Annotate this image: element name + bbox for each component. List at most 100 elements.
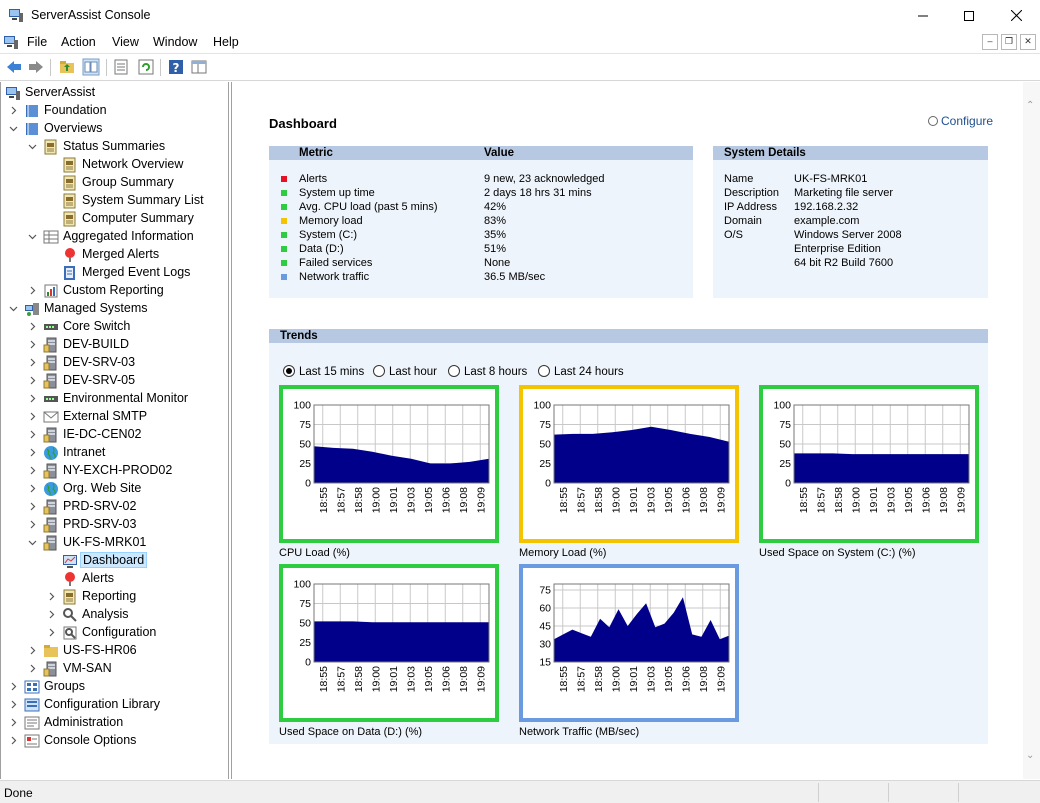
chevron-right-icon[interactable] bbox=[9, 718, 18, 727]
chevron-right-icon[interactable] bbox=[28, 646, 37, 655]
chevron-right-icon[interactable] bbox=[28, 322, 37, 331]
tree-node-environmental-monitor[interactable]: Environmental Monitor bbox=[1, 390, 228, 408]
vertical-scrollbar[interactable]: ⌃ ⌄ bbox=[1023, 82, 1040, 779]
configure-link[interactable]: Configure bbox=[928, 114, 993, 128]
trend-chart[interactable]: 15 30 45 60 75 18:55 18:57 18:58 19:00 19:01 19:03… bbox=[519, 564, 739, 722]
chevron-down-icon[interactable] bbox=[9, 124, 18, 133]
show-tree-icon[interactable] bbox=[82, 58, 100, 76]
minimize-button[interactable] bbox=[900, 0, 946, 31]
chevron-right-icon[interactable] bbox=[28, 520, 37, 529]
chevron-right-icon[interactable] bbox=[28, 484, 37, 493]
menu-file[interactable]: File bbox=[27, 35, 47, 49]
tree-node-reporting[interactable]: Reporting bbox=[1, 588, 228, 606]
menu-view[interactable]: View bbox=[112, 35, 139, 49]
tree-node-foundation[interactable]: Foundation bbox=[1, 102, 228, 120]
tree-node-configuration-library[interactable]: Configuration Library bbox=[1, 696, 228, 714]
mdi-close-icon[interactable]: ✕ bbox=[1020, 34, 1036, 50]
trend-chart[interactable]: 0 25 50 75 100 18:55 18:57 18:58 19:00 19:01 19:03… bbox=[279, 564, 499, 722]
scroll-up-icon[interactable]: ⌃ bbox=[1026, 100, 1034, 111]
tree-node-merged-alerts[interactable]: Merged Alerts bbox=[1, 246, 228, 264]
tree-node-network-overview[interactable]: Network Overview bbox=[1, 156, 228, 174]
tree-node-merged-event-logs[interactable]: Merged Event Logs bbox=[1, 264, 228, 282]
chevron-right-icon[interactable] bbox=[28, 394, 37, 403]
menu-window[interactable]: Window bbox=[153, 35, 197, 49]
tree-node-serverassist[interactable]: ServerAssist bbox=[1, 84, 228, 102]
chevron-down-icon[interactable] bbox=[28, 538, 37, 547]
forward-arrow-icon[interactable] bbox=[27, 58, 45, 76]
tree-node-uk-fs-mrk01[interactable]: UK-FS-MRK01 bbox=[1, 534, 228, 552]
range-last-8-hours[interactable]: Last 8 hours bbox=[448, 365, 527, 378]
chevron-right-icon[interactable] bbox=[28, 376, 37, 385]
properties-icon[interactable] bbox=[112, 58, 130, 76]
chevron-right-icon[interactable] bbox=[28, 358, 37, 367]
chevron-right-icon[interactable] bbox=[28, 340, 37, 349]
mdi-restore-icon[interactable]: ❐ bbox=[1001, 34, 1017, 50]
menu-action[interactable]: Action bbox=[61, 35, 96, 49]
tree-node-intranet[interactable]: Intranet bbox=[1, 444, 228, 462]
tree-node-status-summaries[interactable]: Status Summaries bbox=[1, 138, 228, 156]
chevron-down-icon[interactable] bbox=[9, 304, 18, 313]
panel-icon[interactable] bbox=[190, 58, 208, 76]
tree-node-core-switch[interactable]: Core Switch bbox=[1, 318, 228, 336]
mdi-minimize-icon[interactable]: – bbox=[982, 34, 998, 50]
chevron-right-icon[interactable] bbox=[9, 682, 18, 691]
tree-node-alerts[interactable]: Alerts bbox=[1, 570, 228, 588]
tree-node-aggregated-information[interactable]: Aggregated Information bbox=[1, 228, 228, 246]
tree-node-dashboard[interactable]: Dashboard bbox=[1, 552, 228, 570]
tree-node-computer-summary[interactable]: Computer Summary bbox=[1, 210, 228, 228]
chevron-right-icon[interactable] bbox=[28, 448, 37, 457]
chevron-right-icon[interactable] bbox=[28, 502, 37, 511]
tree-node-external-smtp[interactable]: External SMTP bbox=[1, 408, 228, 426]
refresh-icon[interactable] bbox=[137, 58, 155, 76]
help-icon[interactable]: ? bbox=[167, 58, 185, 76]
tree-node-console-options[interactable]: Console Options bbox=[1, 732, 228, 750]
chevron-down-icon[interactable] bbox=[28, 142, 37, 151]
tree-node-managed-systems[interactable]: Managed Systems bbox=[1, 300, 228, 318]
menu-help[interactable]: Help bbox=[213, 35, 239, 49]
chevron-right-icon[interactable] bbox=[28, 664, 37, 673]
tree-node-us-fs-hr06[interactable]: US-FS-HR06 bbox=[1, 642, 228, 660]
tree-node-ie-dc-cen02[interactable]: IE-DC-CEN02 bbox=[1, 426, 228, 444]
chevron-right-icon[interactable] bbox=[9, 106, 18, 115]
trend-chart[interactable]: 0 25 50 75 100 18:55 18:57 18:58 19:00 19:01 19:03… bbox=[759, 385, 979, 543]
tree-node-custom-reporting[interactable]: Custom Reporting bbox=[1, 282, 228, 300]
chevron-right-icon[interactable] bbox=[28, 430, 37, 439]
up-folder-icon[interactable] bbox=[58, 58, 76, 76]
back-arrow-icon[interactable] bbox=[5, 58, 23, 76]
chevron-down-icon[interactable] bbox=[28, 232, 37, 241]
tree-node-label: Aggregated Information bbox=[63, 229, 194, 243]
tree-node-administration[interactable]: Administration bbox=[1, 714, 228, 732]
x-tick-label: 19:05 bbox=[663, 666, 675, 692]
scroll-down-icon[interactable]: ⌄ bbox=[1026, 750, 1034, 761]
trend-chart[interactable]: 0 25 50 75 100 18:55 18:57 18:58 19:00 19:01 19:03… bbox=[519, 385, 739, 543]
tree-node-prd-srv-03[interactable]: PRD-SRV-03 bbox=[1, 516, 228, 534]
tree-node-org-web-site[interactable]: Org. Web Site bbox=[1, 480, 228, 498]
chevron-right-icon[interactable] bbox=[28, 466, 37, 475]
chevron-right-icon[interactable] bbox=[47, 592, 56, 601]
chevron-right-icon[interactable] bbox=[28, 412, 37, 421]
tree-node-overviews[interactable]: Overviews bbox=[1, 120, 228, 138]
tree-node-vm-san[interactable]: VM-SAN bbox=[1, 660, 228, 678]
close-button[interactable] bbox=[993, 0, 1039, 31]
maximize-button[interactable] bbox=[946, 0, 992, 31]
tree-node-configuration[interactable]: Configuration bbox=[1, 624, 228, 642]
range-last-24-hours[interactable]: Last 24 hours bbox=[538, 365, 624, 378]
tree-node-ny-exch-prod02[interactable]: NY-EXCH-PROD02 bbox=[1, 462, 228, 480]
tree-node-dev-build[interactable]: DEV-BUILD bbox=[1, 336, 228, 354]
tree-node-group-summary[interactable]: Group Summary bbox=[1, 174, 228, 192]
tree-node-groups[interactable]: Groups bbox=[1, 678, 228, 696]
tree-node-prd-srv-02[interactable]: PRD-SRV-02 bbox=[1, 498, 228, 516]
tree-node-dev-srv-03[interactable]: DEV-SRV-03 bbox=[1, 354, 228, 372]
console-icon[interactable] bbox=[3, 34, 19, 50]
range-last-hour[interactable]: Last hour bbox=[373, 365, 437, 378]
tree-node-analysis[interactable]: Analysis bbox=[1, 606, 228, 624]
chevron-right-icon[interactable] bbox=[9, 700, 18, 709]
trend-chart[interactable]: 0 25 50 75 100 18:55 18:57 18:58 19:00 19:01 19:03… bbox=[279, 385, 499, 543]
chevron-right-icon[interactable] bbox=[47, 610, 56, 619]
tree-node-system-summary-list[interactable]: System Summary List bbox=[1, 192, 228, 210]
chevron-right-icon[interactable] bbox=[28, 286, 37, 295]
chevron-right-icon[interactable] bbox=[9, 736, 18, 745]
range-15-mins[interactable]: Last 15 mins bbox=[283, 365, 364, 378]
chevron-right-icon[interactable] bbox=[47, 628, 56, 637]
tree-node-dev-srv-05[interactable]: DEV-SRV-05 bbox=[1, 372, 228, 390]
